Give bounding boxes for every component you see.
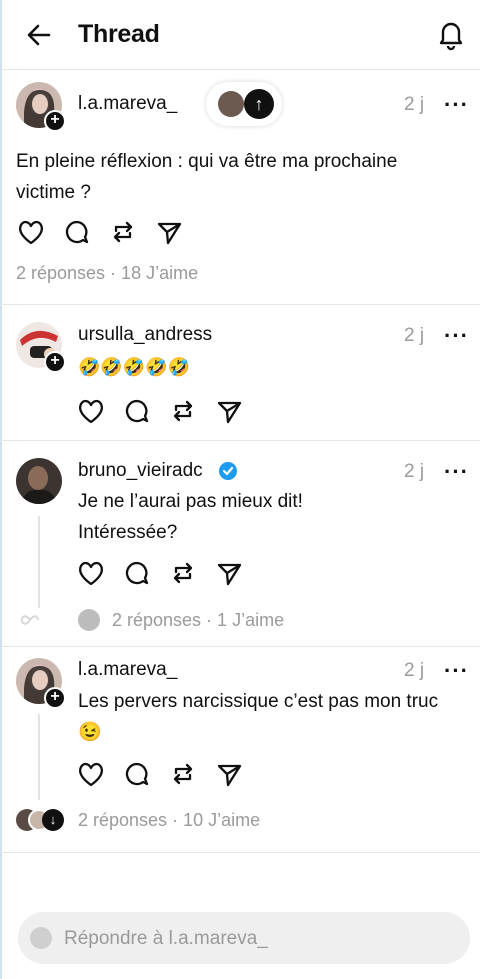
follow-plus-icon[interactable]: + — [44, 110, 66, 132]
left-edge — [0, 0, 2, 979]
page-title: Thread — [78, 20, 160, 48]
reply-text: Je ne l’aurai pas mieux dit! — [78, 491, 303, 512]
reply-text: Les pervers narcissique c’est pas mon tr… — [78, 691, 439, 712]
follow-plus-icon[interactable]: + — [44, 687, 66, 709]
reply-actions — [76, 396, 244, 426]
divider — [0, 304, 480, 305]
share-send-icon[interactable] — [214, 558, 244, 588]
repost-icon[interactable] — [168, 396, 198, 426]
reply-time: 2 j — [404, 461, 425, 482]
top-bar: Thread — [0, 0, 480, 70]
reply-text: Intéressée? — [78, 522, 178, 543]
more-options-icon[interactable]: ··· — [444, 461, 469, 483]
thread-loop-icon — [20, 615, 39, 625]
like-heart-icon[interactable] — [76, 759, 106, 789]
divider — [0, 852, 480, 853]
mini-avatars: ↓ — [16, 809, 66, 831]
reply-placeholder: Répondre à l.a.mareva_ — [64, 928, 268, 949]
notifications-bell-icon[interactable] — [434, 17, 468, 51]
comment-bubble-icon[interactable] — [122, 558, 152, 588]
repost-icon[interactable] — [168, 558, 198, 588]
arrow-down-icon: ↓ — [42, 809, 64, 831]
back-arrow-icon[interactable] — [24, 20, 54, 50]
reply-stats[interactable]: 2 réponses · 1 J’aime — [112, 610, 284, 631]
post-username[interactable]: l.a.mareva_ — [78, 93, 177, 115]
share-send-icon[interactable] — [154, 217, 184, 247]
reply-text: 🤣🤣🤣🤣🤣 — [78, 357, 191, 377]
reply-actions — [76, 558, 244, 588]
mini-avatars: ↑ — [206, 82, 282, 126]
follow-plus-icon[interactable]: + — [44, 351, 66, 373]
reply-time: 2 j — [404, 325, 425, 346]
reply-stats[interactable]: 2 réponses · 10 J’aime — [78, 810, 260, 831]
post-time: 2 j — [404, 94, 425, 115]
mini-avatar — [78, 609, 100, 631]
like-heart-icon[interactable] — [16, 217, 46, 247]
reply-actions — [76, 759, 244, 789]
reply-username[interactable]: bruno_vieiradc — [78, 460, 203, 482]
repost-icon[interactable] — [168, 759, 198, 789]
comment-bubble-icon[interactable] — [62, 217, 92, 247]
more-options-icon[interactable]: ··· — [444, 94, 469, 116]
share-send-icon[interactable] — [214, 759, 244, 789]
repost-icon[interactable] — [108, 217, 138, 247]
comment-bubble-icon[interactable] — [122, 759, 152, 789]
avatar[interactable] — [16, 458, 62, 504]
post-text: En pleine réflexion : qui va être ma pro… — [16, 151, 398, 203]
reply-text: 😉 — [78, 722, 102, 743]
reply-time: 2 j — [404, 660, 425, 681]
more-options-icon[interactable]: ··· — [444, 325, 469, 347]
divider — [0, 646, 480, 647]
user-avatar-icon — [30, 927, 52, 949]
reply-input[interactable]: Répondre à l.a.mareva_ — [18, 912, 470, 964]
thread-line — [38, 714, 40, 800]
reply-username[interactable]: l.a.mareva_ — [78, 659, 177, 681]
reply-username[interactable]: ursulla_andress — [78, 324, 212, 346]
post-actions — [16, 217, 184, 247]
like-heart-icon[interactable] — [76, 396, 106, 426]
like-heart-icon[interactable] — [76, 558, 106, 588]
post-stats[interactable]: 2 réponses · 18 J’aime — [16, 263, 198, 284]
more-options-icon[interactable]: ··· — [444, 660, 469, 682]
share-send-icon[interactable] — [214, 396, 244, 426]
thread-line — [38, 516, 40, 608]
verified-badge-icon — [219, 462, 237, 480]
divider — [0, 440, 480, 441]
comment-bubble-icon[interactable] — [122, 396, 152, 426]
arrow-up-icon: ↑ — [244, 89, 274, 119]
